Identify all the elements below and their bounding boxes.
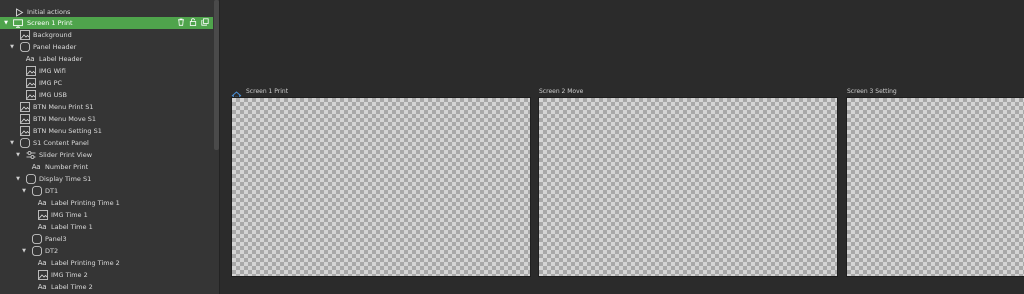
tree-item-label-printing-time-1[interactable]: Aa Label Printing Time 1: [0, 197, 213, 209]
tree-item-label: IMG PC: [39, 79, 63, 87]
tree-item-btn-menu-setting-s1[interactable]: BTN Menu Setting S1: [0, 125, 213, 137]
image-icon: [38, 210, 48, 220]
image-icon: [26, 78, 36, 88]
collapse-arrow-icon[interactable]: ▼: [15, 173, 21, 185]
image-icon: [20, 102, 30, 112]
tree-item-display-time-s1[interactable]: ▼ Display Time S1: [0, 173, 213, 185]
tree-item-dt1[interactable]: ▼ DT1: [0, 185, 213, 197]
tree-item-background[interactable]: Background: [0, 29, 213, 41]
tree-item-label: Number Print: [45, 163, 89, 171]
tree-item-img-pc[interactable]: IMG PC: [0, 77, 213, 89]
tree-item-panel-header[interactable]: ▼ Panel Header: [0, 41, 213, 53]
label-icon: Aa: [25, 55, 35, 63]
panel-icon: [32, 246, 42, 256]
label-icon: Aa: [37, 259, 47, 267]
tree-item-img-usb[interactable]: IMG USB: [0, 89, 213, 101]
image-icon: [26, 90, 36, 100]
tree-item-label: Label Time 1: [51, 223, 93, 231]
screen-preview-1[interactable]: [231, 97, 531, 277]
tree-item-label: BTN Menu Move S1: [33, 115, 97, 123]
screen-title-1: Screen 1 Print: [246, 88, 289, 95]
tree-item-label: DT2: [45, 247, 59, 255]
label-icon: Aa: [31, 163, 41, 171]
tree-item-label: IMG Wifi: [39, 67, 66, 75]
collapse-arrow-icon[interactable]: ▼: [3, 17, 9, 29]
collapse-arrow-icon[interactable]: ▼: [15, 149, 21, 161]
tree-item-label: Slider Print View: [39, 151, 93, 159]
screen-title-2: Screen 2 Move: [539, 88, 584, 95]
tree-item-label-time-1[interactable]: Aa Label Time 1: [0, 221, 213, 233]
panel-icon: [32, 186, 42, 196]
tree-item-label: IMG Time 2: [51, 271, 88, 279]
screen-icon: [13, 18, 23, 28]
panel-icon: [32, 234, 42, 244]
tree-item-label: Label Printing Time 2: [51, 259, 120, 267]
tree-item-btn-menu-print-s1[interactable]: BTN Menu Print S1: [0, 101, 213, 113]
tree-item-img-time-1[interactable]: IMG Time 1: [0, 209, 213, 221]
duplicate-icon[interactable]: [201, 18, 209, 28]
tree-item-panel3[interactable]: Panel3: [0, 233, 213, 245]
collapse-arrow-icon[interactable]: ▼: [21, 245, 27, 257]
tree-item-label: Screen 1 Print: [27, 19, 73, 27]
tree-item-label-printing-time-2[interactable]: Aa Label Printing Time 2: [0, 257, 213, 269]
tree-item-label: IMG USB: [39, 91, 67, 99]
tree-item-label: Display Time S1: [39, 175, 92, 183]
panel-icon: [26, 174, 36, 184]
tree-item-label: S1 Content Panel: [33, 139, 89, 147]
tree-item-img-time-2[interactable]: IMG Time 2: [0, 269, 213, 281]
collapse-arrow-icon[interactable]: ▼: [9, 41, 15, 53]
delete-icon[interactable]: [177, 18, 185, 28]
slider-icon: [26, 150, 36, 160]
tree-item-screen-1-print[interactable]: ▼ Screen 1 Print: [0, 17, 213, 29]
lock-icon[interactable]: [189, 18, 197, 28]
screen-title-3: Screen 3 Setting: [847, 88, 897, 95]
tree-item-label: Label Printing Time 1: [51, 199, 120, 207]
tree-item-dt2[interactable]: ▼ DT2: [0, 245, 213, 257]
tree-item-label: Label Time 2: [51, 283, 93, 291]
screen-preview-3[interactable]: [846, 97, 1024, 277]
tree-item-label: BTN Menu Print S1: [33, 103, 94, 111]
tree-item-label: Panel3: [45, 235, 67, 243]
panel-icon: [20, 138, 30, 148]
collapse-arrow-icon[interactable]: ▼: [9, 137, 15, 149]
tree-item-label-header[interactable]: Aa Label Header: [0, 53, 213, 65]
label-icon: Aa: [37, 283, 47, 291]
tree-item-s1-content-panel[interactable]: ▼ S1 Content Panel: [0, 137, 213, 149]
image-icon: [20, 114, 30, 124]
image-icon: [38, 270, 48, 280]
collapse-arrow-icon[interactable]: ▼: [21, 185, 27, 197]
image-icon: [20, 30, 30, 40]
screen-canvas[interactable]: Screen 1 Print Screen 2 Move Screen 3 Se…: [220, 0, 1024, 294]
tree-item-label-time-2[interactable]: Aa Label Time 2: [0, 281, 213, 293]
label-icon: Aa: [37, 199, 47, 207]
panel-icon: [20, 42, 30, 52]
tree-item-label: Background: [33, 31, 72, 39]
row-tools: [177, 17, 209, 29]
tree-item-img-wifi[interactable]: IMG Wifi: [0, 65, 213, 77]
play-icon: [14, 7, 24, 17]
tree-item-label: IMG Time 1: [51, 211, 88, 219]
label-icon: Aa: [37, 223, 47, 231]
tree-item-label: BTN Menu Setting S1: [33, 127, 102, 135]
tree-item-btn-menu-move-s1[interactable]: BTN Menu Move S1: [0, 113, 213, 125]
screen-preview-2[interactable]: [538, 97, 838, 277]
tree-item-label: Panel Header: [33, 43, 77, 51]
tree-item-slider-print-view[interactable]: ▼ Slider Print View: [0, 149, 213, 161]
tree-item-label: Label Header: [39, 55, 83, 63]
image-icon: [20, 126, 30, 136]
tree-item-number-print[interactable]: Aa Number Print: [0, 161, 213, 173]
widget-tree-panel: Initial actions ▼ Screen 1 Print Backgro…: [0, 0, 220, 294]
image-icon: [26, 66, 36, 76]
tree-item-label: DT1: [45, 187, 59, 195]
